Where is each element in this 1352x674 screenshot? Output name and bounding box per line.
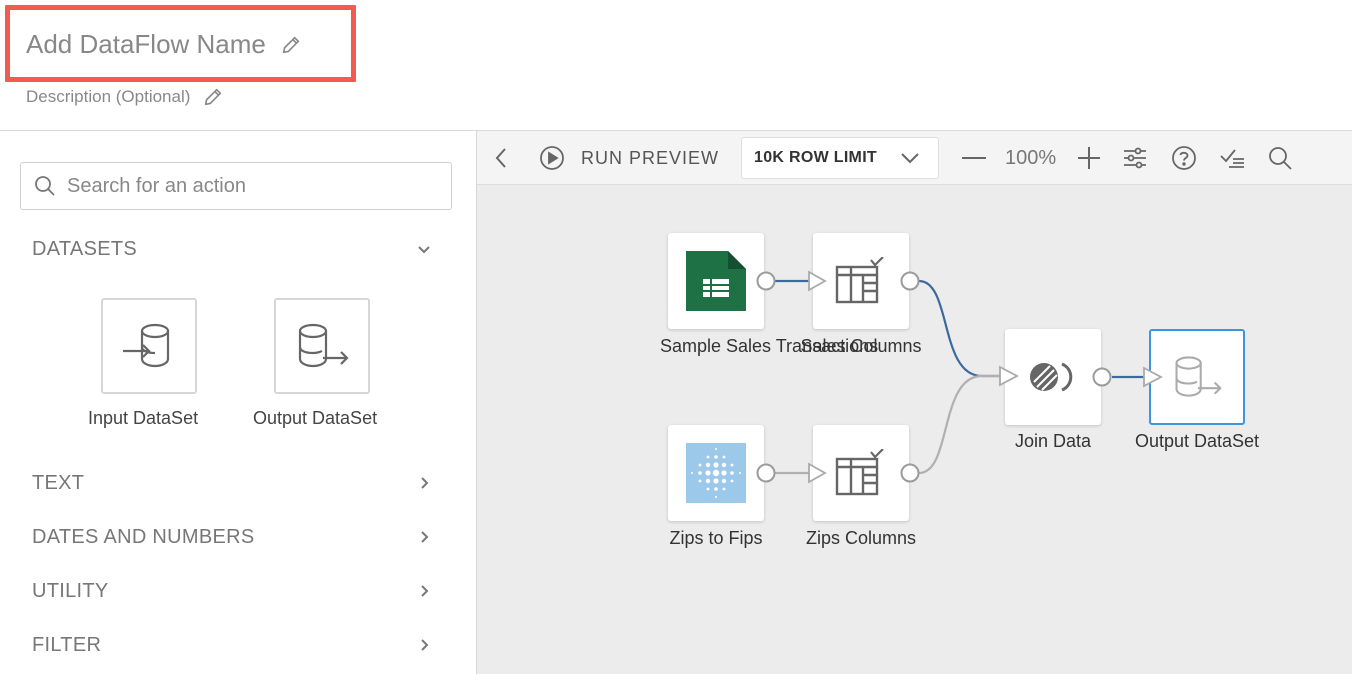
section-text[interactable]: TEXT (32, 468, 432, 498)
columns-icon (835, 257, 887, 305)
flow-node-join-data[interactable] (1005, 329, 1101, 425)
dataflow-name-text[interactable]: Add DataFlow Name (26, 29, 266, 60)
output-dataset-label: Output DataSet (253, 408, 378, 428)
chevron-right-icon (416, 475, 432, 491)
chevron-right-icon (416, 529, 432, 545)
flow-node-output-dataset[interactable] (1149, 329, 1245, 425)
flow-node-label: Zips Columns (805, 528, 917, 548)
flow-node-sample-sales[interactable] (668, 233, 764, 329)
flow-node-label: Join Data (1014, 431, 1092, 451)
search-input[interactable]: Search for an action (20, 162, 452, 210)
section-label: FILTER (32, 633, 102, 656)
dataflow-canvas[interactable]: RUN PREVIEW 10K ROW LIMIT 100% Sample Sa… (477, 131, 1352, 674)
input-dataset-action[interactable] (101, 298, 197, 394)
dots-grid-icon (686, 443, 746, 503)
flow-node-sales-columns[interactable] (813, 233, 909, 329)
input-dataset-icon (121, 321, 177, 371)
columns-icon (835, 449, 887, 497)
spreadsheet-icon (686, 251, 746, 311)
output-dataset-action[interactable] (274, 298, 370, 394)
chevron-right-icon (416, 637, 432, 653)
section-dates-and-numbers[interactable]: DATES AND NUMBERS (32, 522, 432, 552)
dataflow-description[interactable]: Description (Optional) (26, 86, 224, 108)
section-utility[interactable]: UTILITY (32, 576, 432, 606)
chevron-down-icon (416, 241, 432, 257)
input-dataset-label: Input DataSet (88, 408, 199, 428)
section-label: UTILITY (32, 579, 109, 602)
flow-node-label: Output DataSet (1134, 431, 1260, 451)
flow-node-label: Sales Columns (800, 336, 922, 356)
flow-node-label: Zips to Fips (669, 528, 763, 548)
pencil-icon[interactable] (202, 86, 224, 108)
flow-node-zips-columns[interactable] (813, 425, 909, 521)
section-label: TEXT (32, 471, 85, 494)
dataflow-description-text[interactable]: Description (Optional) (26, 87, 190, 107)
dataflow-name[interactable]: Add DataFlow Name (26, 29, 302, 60)
action-sidebar: Search for an action DATASETS Input Data… (0, 131, 477, 674)
output-dataset-icon (293, 321, 351, 371)
search-icon (33, 174, 57, 198)
section-filter[interactable]: FILTER (32, 630, 432, 660)
output-dataset-icon (1170, 353, 1224, 401)
search-placeholder: Search for an action (67, 174, 246, 197)
pencil-icon[interactable] (280, 34, 302, 56)
flow-node-label: Sample Sales Transactions (660, 336, 879, 356)
join-icon (1028, 360, 1078, 394)
section-label: DATES AND NUMBERS (32, 525, 255, 548)
chevron-right-icon (416, 583, 432, 599)
section-datasets[interactable]: DATASETS (32, 234, 432, 264)
section-label: DATASETS (32, 237, 138, 260)
header: Add DataFlow Name Description (Optional) (0, 0, 1352, 131)
flow-node-zips-to-fips[interactable] (668, 425, 764, 521)
